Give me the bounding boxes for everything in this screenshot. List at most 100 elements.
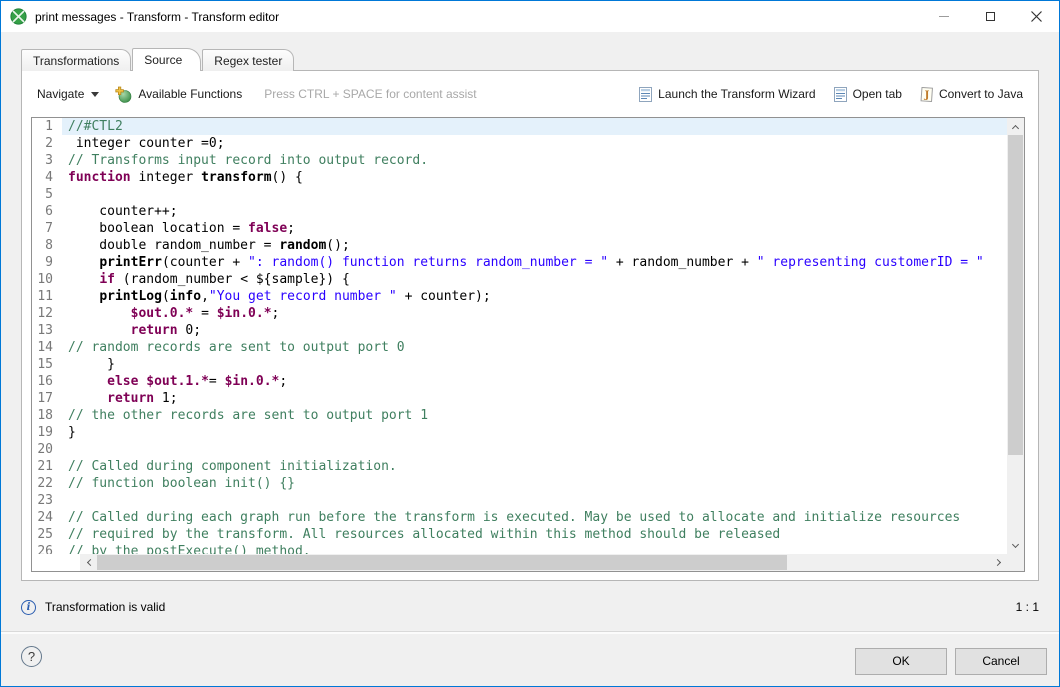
- code-text: return 0;: [62, 322, 1007, 339]
- line-number: 4: [32, 169, 62, 186]
- horizontal-scrollbar-thumb[interactable]: [97, 555, 787, 570]
- ok-button[interactable]: OK: [855, 648, 947, 675]
- code-line[interactable]: 6 counter++;: [32, 203, 1007, 220]
- help-button[interactable]: ?: [21, 646, 42, 667]
- titlebar: print messages - Transform - Transform e…: [1, 1, 1059, 32]
- code-line[interactable]: 19}: [32, 424, 1007, 441]
- code-line[interactable]: 5: [32, 186, 1007, 203]
- code-line[interactable]: 4function integer transform() {: [32, 169, 1007, 186]
- vertical-scrollbar-thumb[interactable]: [1008, 135, 1023, 455]
- maximize-icon: [986, 12, 995, 21]
- code-text: [62, 441, 1007, 458]
- chevron-up-icon: [1012, 124, 1019, 131]
- close-icon: [1031, 11, 1042, 22]
- code-line[interactable]: 7 boolean location = false;: [32, 220, 1007, 237]
- code-line[interactable]: 22// function boolean init() {}: [32, 475, 1007, 492]
- help-icon: ?: [28, 649, 35, 664]
- line-number: 12: [32, 305, 62, 322]
- available-functions-button[interactable]: Available Functions: [115, 86, 242, 103]
- code-line[interactable]: 16 else $out.1.*= $in.0.*;: [32, 373, 1007, 390]
- code-text: function integer transform() {: [62, 169, 1007, 186]
- code-line[interactable]: 20: [32, 441, 1007, 458]
- minimize-button[interactable]: [921, 1, 967, 32]
- code-line[interactable]: 13 return 0;: [32, 322, 1007, 339]
- code-line[interactable]: 9 printErr(counter + ": random() functio…: [32, 254, 1007, 271]
- cancel-button[interactable]: Cancel: [955, 648, 1047, 675]
- footer-separator: [1, 631, 1059, 634]
- validation-message: Transformation is valid: [45, 600, 165, 614]
- code-line[interactable]: 11 printLog(info,"You get record number …: [32, 288, 1007, 305]
- code-text: return 1;: [62, 390, 1007, 407]
- code-line[interactable]: 12 $out.0.* = $in.0.*;: [32, 305, 1007, 322]
- line-number: 14: [32, 339, 62, 356]
- horizontal-scrollbar[interactable]: [80, 554, 1007, 571]
- code-text: // required by the transform. All resour…: [62, 526, 1007, 543]
- code-line[interactable]: 25// required by the transform. All reso…: [32, 526, 1007, 543]
- code-text: [62, 186, 1007, 203]
- transform-editor-window: print messages - Transform - Transform e…: [0, 0, 1060, 687]
- code-area[interactable]: 1//#CTL22 integer counter =0;3// Transfo…: [32, 118, 1007, 554]
- caret-position: 1 : 1: [1016, 600, 1039, 614]
- tab-regex-tester[interactable]: Regex tester: [202, 49, 294, 71]
- wizard-icon: [638, 87, 653, 102]
- open-tab-button[interactable]: Open tab: [833, 87, 902, 102]
- function-add-icon: [115, 86, 132, 103]
- line-number: 25: [32, 526, 62, 543]
- line-number: 8: [32, 237, 62, 254]
- code-line[interactable]: 14// random records are sent to output p…: [32, 339, 1007, 356]
- code-text: printLog(info,"You get record number " +…: [62, 288, 1007, 305]
- line-number: 1: [32, 118, 62, 135]
- line-number: 9: [32, 254, 62, 271]
- code-text: }: [62, 356, 1007, 373]
- navigate-label: Navigate: [37, 87, 84, 101]
- open-tab-icon: [833, 87, 848, 102]
- code-line[interactable]: 2 integer counter =0;: [32, 135, 1007, 152]
- info-icon: i: [21, 600, 36, 615]
- code-line[interactable]: 21// Called during component initializat…: [32, 458, 1007, 475]
- line-number: 20: [32, 441, 62, 458]
- code-text: // the other records are sent to output …: [62, 407, 1007, 424]
- convert-to-java-button[interactable]: J Convert to Java: [919, 87, 1023, 102]
- code-text: printErr(counter + ": random() function …: [62, 254, 1007, 271]
- code-line[interactable]: 24// Called during each graph run before…: [32, 509, 1007, 526]
- window-title: print messages - Transform - Transform e…: [35, 10, 279, 24]
- line-number: 13: [32, 322, 62, 339]
- code-line[interactable]: 23: [32, 492, 1007, 509]
- chevron-down-icon: [91, 92, 99, 97]
- code-line[interactable]: 1//#CTL2: [32, 118, 1007, 135]
- available-functions-label: Available Functions: [138, 87, 242, 101]
- code-line[interactable]: 17 return 1;: [32, 390, 1007, 407]
- open-tab-label: Open tab: [853, 87, 902, 101]
- scroll-down-button[interactable]: [1007, 537, 1024, 554]
- editor-toolbar: Navigate Available Functions Press CTRL …: [22, 71, 1038, 117]
- launch-transform-wizard-button[interactable]: Launch the Transform Wizard: [638, 87, 815, 102]
- minimize-icon: [939, 16, 949, 17]
- tab-source[interactable]: Source: [132, 48, 201, 71]
- scroll-left-button[interactable]: [80, 554, 97, 571]
- code-text: [62, 492, 1007, 509]
- code-line[interactable]: 15 }: [32, 356, 1007, 373]
- scroll-up-button[interactable]: [1007, 118, 1024, 135]
- tab-transformations[interactable]: Transformations: [21, 49, 131, 71]
- code-text: // function boolean init() {}: [62, 475, 1007, 492]
- scroll-right-button[interactable]: [990, 554, 1007, 571]
- vertical-scrollbar[interactable]: [1007, 118, 1024, 554]
- code-line[interactable]: 26// by the postExecute() method.: [32, 543, 1007, 554]
- line-number: 3: [32, 152, 62, 169]
- maximize-button[interactable]: [967, 1, 1013, 32]
- code-line[interactable]: 10 if (random_number < ${sample}) {: [32, 271, 1007, 288]
- tab-bar: TransformationsSourceRegex tester: [21, 48, 295, 71]
- line-number: 11: [32, 288, 62, 305]
- navigate-dropdown[interactable]: Navigate: [37, 87, 99, 101]
- launch-transform-wizard-label: Launch the Transform Wizard: [658, 87, 815, 101]
- code-text: $out.0.* = $in.0.*;: [62, 305, 1007, 322]
- code-text: }: [62, 424, 1007, 441]
- code-line[interactable]: 18// the other records are sent to outpu…: [32, 407, 1007, 424]
- code-line[interactable]: 3// Transforms input record into output …: [32, 152, 1007, 169]
- toolbar-right-group: Launch the Transform Wizard Open tab: [638, 87, 1023, 102]
- close-button[interactable]: [1013, 1, 1059, 32]
- java-file-icon: J: [919, 87, 934, 102]
- line-number: 19: [32, 424, 62, 441]
- code-line[interactable]: 8 double random_number = random();: [32, 237, 1007, 254]
- code-text: else $out.1.*= $in.0.*;: [62, 373, 1007, 390]
